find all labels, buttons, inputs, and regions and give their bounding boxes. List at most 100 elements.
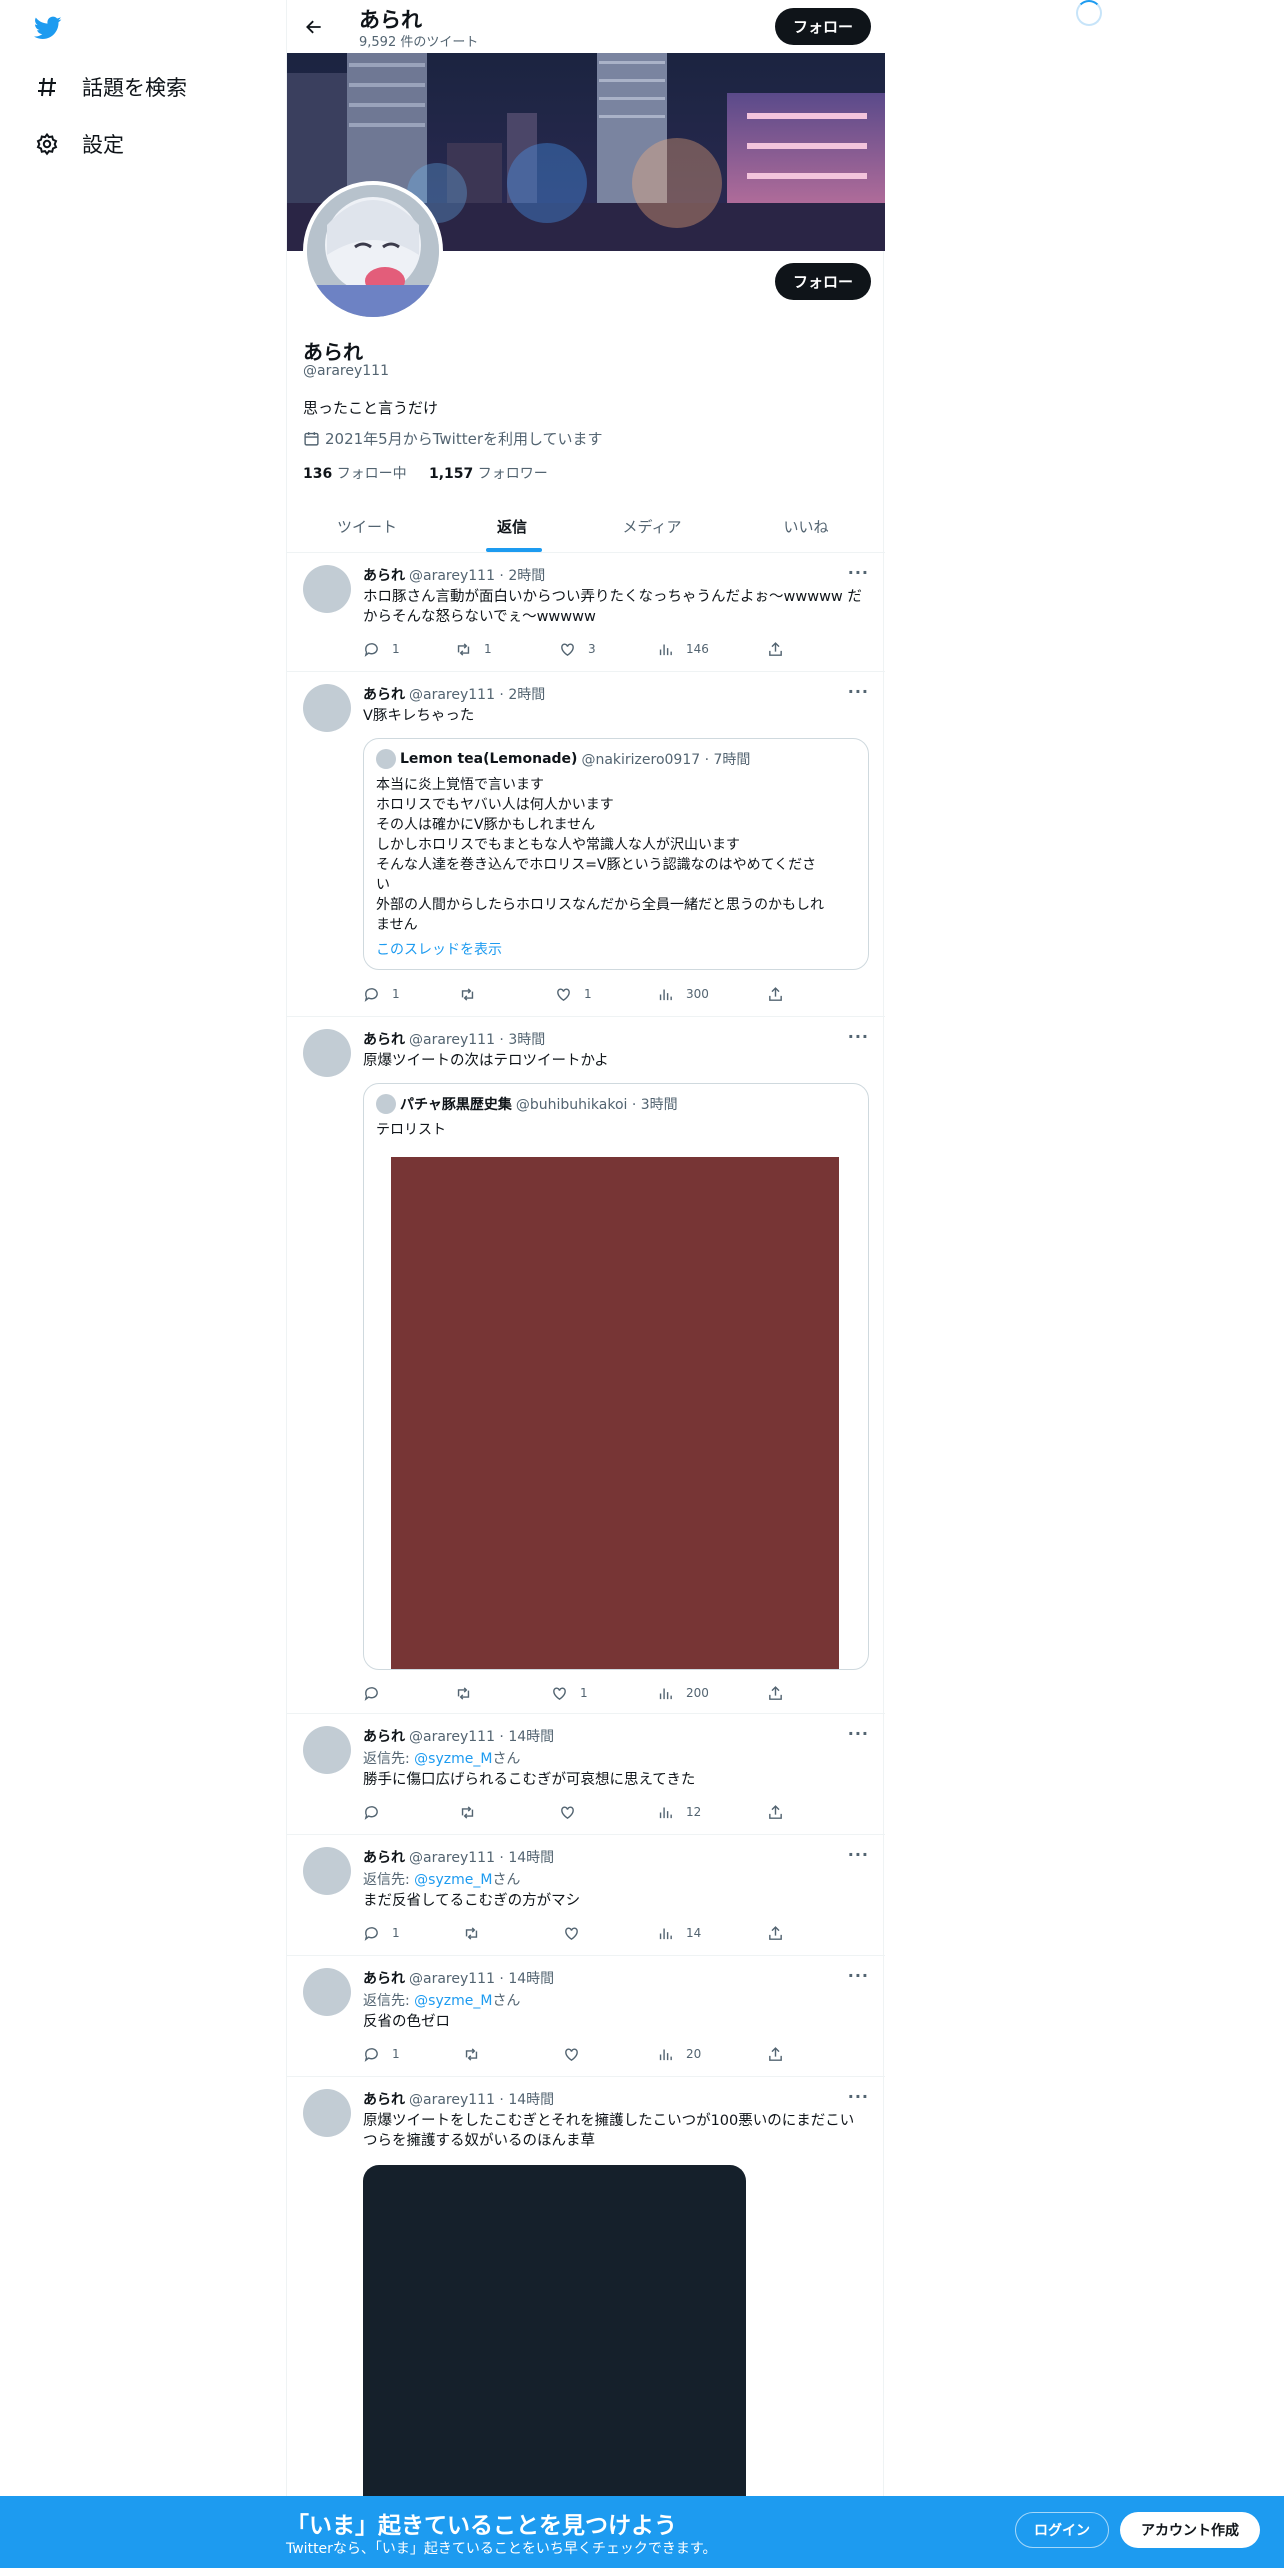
tweet-item[interactable]: あられ @ararey111 · 14時間 ··· 返信先: @syzme_Mさん… [287, 1956, 885, 2077]
tab-replies[interactable]: 返信 [447, 500, 577, 553]
twitter-logo-icon[interactable] [32, 14, 64, 42]
more-options-icon[interactable]: ··· [848, 1724, 869, 1743]
views-button[interactable]: 14 [657, 1923, 701, 1943]
more-options-icon[interactable]: ··· [848, 1845, 869, 1864]
loading-spinner [1076, 0, 1102, 26]
reply-to-link[interactable]: @syzme_M [414, 1993, 492, 2009]
tweet-item[interactable]: あられ @ararey111 · 14時間 ··· 返信先: @syzme_Mさん… [287, 1835, 885, 1956]
tweet-avatar[interactable] [303, 1029, 351, 1077]
tweet-item[interactable]: あられ @ararey111 · 2時間 ··· V豚キレちゃった Lemon t… [287, 672, 885, 1017]
tweet-text: 勝手に傷口広げられるこむぎが可哀想に思えてきた [363, 1772, 696, 1788]
back-arrow-icon[interactable] [299, 12, 329, 42]
tweet-author-name[interactable]: あられ [363, 1729, 405, 1745]
views-button[interactable]: 12 [657, 1802, 701, 1822]
reply-button[interactable]: 1 [363, 2044, 400, 2064]
tweet-item[interactable]: あられ @ararey111 · 14時間 ··· 返信先: @syzme_Mさん… [287, 1714, 885, 1835]
reply-button[interactable]: 1 [363, 639, 400, 659]
retweet-button[interactable] [455, 1683, 484, 1703]
tweet-avatar[interactable] [303, 684, 351, 732]
followers-label: フォロワー [477, 466, 548, 482]
reply-count: 1 [392, 2047, 400, 2061]
reply-to-link[interactable]: @syzme_M [414, 1751, 492, 1767]
more-options-icon[interactable]: ··· [848, 1027, 869, 1046]
retweet-button[interactable]: 1 [455, 639, 492, 659]
tweet-author-name[interactable]: あられ [363, 1850, 405, 1866]
views-button[interactable]: 300 [657, 984, 709, 1004]
views-button[interactable]: 146 [657, 639, 709, 659]
like-button[interactable]: 1 [555, 984, 592, 1004]
followers-link[interactable]: 1,157 フォロワー [429, 466, 548, 482]
tweet-meta: @ararey111 · 2時間 [409, 687, 546, 703]
profile-follow-stats: 136 フォロー中 1,157 フォロワー [303, 463, 548, 483]
views-count: 12 [686, 1805, 702, 1819]
retweet-button[interactable] [463, 1923, 492, 1943]
login-button[interactable]: ログイン [1015, 2512, 1109, 2548]
profile-avatar[interactable] [303, 181, 443, 321]
quote-line: い [376, 877, 390, 893]
like-button[interactable] [563, 1923, 592, 1943]
views-icon [659, 989, 672, 1000]
nav-settings[interactable]: 設定 [34, 124, 124, 164]
more-options-icon[interactable]: ··· [848, 2087, 869, 2106]
active-tab-indicator [486, 548, 542, 552]
tweet-author-name[interactable]: あられ [363, 1032, 405, 1048]
tab-likes[interactable]: いいね [727, 500, 885, 553]
retweet-button[interactable] [459, 984, 488, 1004]
more-options-icon[interactable]: ··· [848, 682, 869, 701]
quoted-tweet[interactable]: パチャ豚黒歴史集 @buhibuhikakoi · 3時間 テロリスト [363, 1083, 869, 1670]
views-button[interactable]: 20 [657, 2044, 701, 2064]
share-button[interactable] [767, 1683, 796, 1703]
like-button[interactable]: 1 [551, 1683, 588, 1703]
share-button[interactable] [767, 1802, 796, 1822]
tweet-text: ホロ豚さん言動が面白いからつい弄りたくなっちゃうんだよぉ～wwwww だからそん… [363, 589, 862, 625]
profile-follow-button[interactable]: フォロー [775, 263, 871, 300]
profile-name: あられ [303, 340, 363, 364]
more-options-icon[interactable]: ··· [848, 563, 869, 582]
tweet-author-name[interactable]: あられ [363, 687, 405, 703]
tweet-avatar[interactable] [303, 2089, 351, 2137]
like-button[interactable] [563, 2044, 592, 2064]
like-button[interactable] [559, 1802, 588, 1822]
tweet-avatar[interactable] [303, 565, 351, 613]
retweet-button[interactable] [463, 2044, 492, 2064]
tweet-item[interactable]: あられ @ararey111 · 2時間 ··· ホロ豚さん言動が面白いからつい弄… [287, 553, 885, 672]
following-link[interactable]: 136 フォロー中 [303, 466, 407, 482]
tweet-item[interactable]: あられ @ararey111 · 3時間 ··· 原爆ツイートの次はテロツイートか… [287, 1017, 885, 1714]
tab-tweets[interactable]: ツイート [287, 500, 447, 553]
share-button[interactable] [767, 984, 796, 1004]
reply-prefix: 返信先: [363, 1751, 415, 1767]
views-count: 300 [686, 987, 709, 1001]
quote-author-name: Lemon tea(Lemonade) [400, 751, 578, 767]
show-thread-link[interactable]: このスレッドを表示 [376, 939, 502, 959]
tweet-author-name[interactable]: あられ [363, 2092, 405, 2108]
tweet-avatar[interactable] [303, 1968, 351, 2016]
header-follow-button[interactable]: フォロー [775, 8, 871, 45]
share-button[interactable] [767, 639, 796, 659]
tweet-author-name[interactable]: あられ [363, 1971, 405, 1987]
tweet-avatar[interactable] [303, 1726, 351, 1774]
nav-explore[interactable]: 話題を検索 [34, 67, 187, 107]
share-button[interactable] [767, 1923, 796, 1943]
views-button[interactable]: 200 [657, 1683, 709, 1703]
reply-icon [364, 987, 378, 1002]
reply-button[interactable] [363, 1802, 392, 1822]
quote-media-image[interactable] [391, 1157, 839, 1669]
reply-suffix: さん [492, 1872, 521, 1888]
quote-avatar [376, 1094, 396, 1114]
reply-button[interactable] [363, 1683, 392, 1703]
reply-to-link[interactable]: @syzme_M [414, 1872, 492, 1888]
signup-button[interactable]: アカウント作成 [1120, 2512, 1260, 2548]
like-button[interactable]: 3 [559, 639, 596, 659]
reply-button[interactable]: 1 [363, 1923, 400, 1943]
tweet-text: まだ反省してるこむぎの方がマシ [363, 1893, 581, 1909]
views-count: 200 [686, 1686, 709, 1700]
retweet-button[interactable] [459, 1802, 488, 1822]
share-button[interactable] [767, 2044, 796, 2064]
tweet-item[interactable]: あられ @ararey111 · 14時間 ··· 原爆ツイートをしたこむぎとそれ… [287, 2077, 885, 2568]
tweet-avatar[interactable] [303, 1847, 351, 1895]
more-options-icon[interactable]: ··· [848, 1966, 869, 1985]
quoted-tweet[interactable]: Lemon tea(Lemonade) @nakirizero0917 · 7時… [363, 738, 869, 970]
reply-button[interactable]: 1 [363, 984, 400, 1004]
tab-media[interactable]: メディア [577, 500, 727, 553]
tweet-author-name[interactable]: あられ [363, 568, 405, 584]
